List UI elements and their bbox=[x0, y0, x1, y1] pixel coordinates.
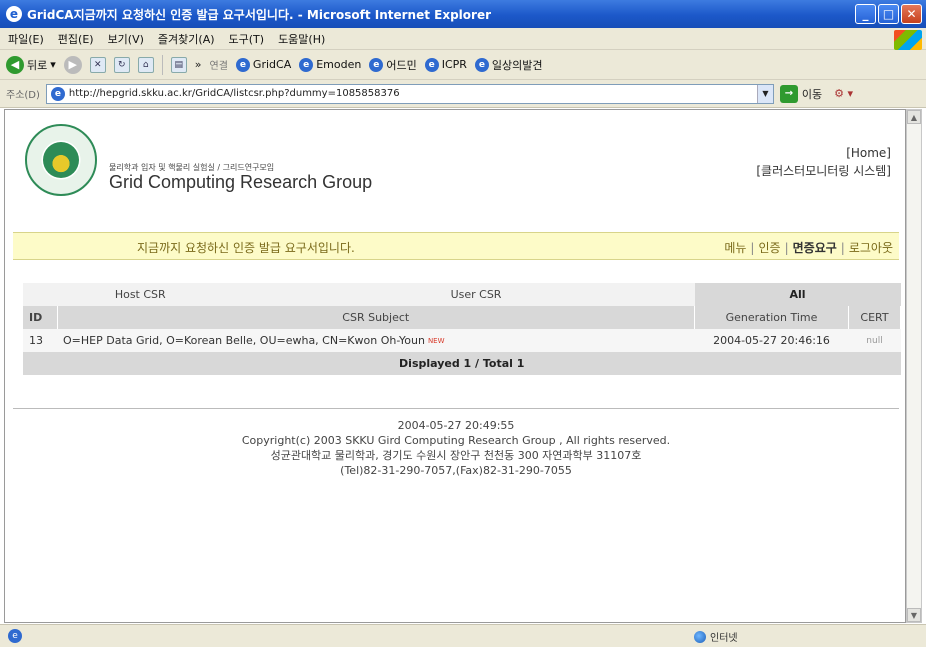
menu-favorites[interactable]: 즐겨찾기(A) bbox=[158, 31, 215, 47]
link-daily[interactable]: e 일상의발견 bbox=[474, 57, 543, 73]
window-controls: _ □ ✕ bbox=[855, 4, 922, 24]
menu-view[interactable]: 보기(V) bbox=[108, 31, 144, 47]
logo-title: Grid Computing Research Group bbox=[109, 172, 373, 192]
ie-page-icon: e bbox=[474, 57, 489, 72]
column-header-time: Generation Time bbox=[694, 306, 849, 329]
address-url: http://hepgrid.skku.ac.kr/GridCA/listcsr… bbox=[68, 88, 400, 99]
divider bbox=[13, 408, 899, 409]
footer-datetime: 2004-05-27 20:49:55 bbox=[397, 419, 515, 432]
link-label: 어드민 bbox=[386, 58, 417, 72]
toolbar-separator bbox=[161, 54, 163, 75]
stop-icon[interactable]: ✕ bbox=[89, 56, 106, 73]
column-header-cert: CERT bbox=[848, 306, 901, 329]
link-emoden[interactable]: e Emoden bbox=[299, 57, 362, 72]
status-bar: e 인터넷 bbox=[0, 624, 926, 647]
chevron-down-icon[interactable]: ▾ bbox=[50, 58, 56, 71]
address-input[interactable]: e http://hepgrid.skku.ac.kr/GridCA/listc… bbox=[45, 83, 774, 104]
table-header: ID CSR Subject Generation Time CERT bbox=[23, 306, 901, 329]
column-header-id: ID bbox=[23, 306, 58, 329]
forward-button[interactable]: ▶ bbox=[63, 55, 82, 74]
home-icon[interactable]: ⌂ bbox=[137, 56, 154, 73]
row-subject-link[interactable]: O=HEP Data Grid, O=Korean Belle, OU=ewha… bbox=[63, 334, 425, 347]
row-id: 13 bbox=[23, 329, 57, 352]
chevron-down-icon[interactable]: ▼ bbox=[756, 84, 773, 103]
scroll-down-icon[interactable]: ▼ bbox=[907, 608, 921, 622]
page-header: 물리학과 입자 및 핵물리 실험실 / 그리드연구모임 Grid Computi… bbox=[13, 116, 899, 228]
new-badge: NEW bbox=[427, 337, 445, 345]
nav-cert-request[interactable]: 면증요구 bbox=[793, 241, 837, 255]
globe-icon bbox=[694, 630, 706, 643]
tab-all[interactable]: All bbox=[694, 283, 901, 306]
link-label: ICPR bbox=[441, 58, 467, 71]
go-label: 이동 bbox=[801, 87, 823, 101]
windows-logo-icon bbox=[894, 30, 922, 50]
print-icon[interactable]: ▤ bbox=[170, 56, 187, 73]
footer-contact: (Tel)82-31-290-7057,(Fax)82-31-290-7055 bbox=[340, 464, 572, 477]
zone-label: 인터넷 bbox=[710, 633, 738, 644]
back-button[interactable]: ◀ 뒤로 ▾ bbox=[6, 55, 56, 74]
address-label: 주소(D) bbox=[6, 90, 40, 101]
ie-page-icon: e bbox=[299, 57, 314, 72]
cluster-monitoring-link[interactable]: [클러스터모니터링 시스템] bbox=[756, 162, 891, 179]
page-viewport: 물리학과 입자 및 핵물리 실험실 / 그리드연구모임 Grid Computi… bbox=[4, 109, 906, 623]
column-header-subject: CSR Subject bbox=[57, 306, 695, 329]
nav-menu[interactable]: 메뉴 bbox=[724, 241, 746, 255]
vertical-scrollbar[interactable]: ▲ ▼ bbox=[906, 109, 922, 623]
back-arrow-icon: ◀ bbox=[6, 55, 24, 74]
security-zone: 인터넷 bbox=[694, 629, 738, 644]
refresh-icon[interactable]: ↻ bbox=[113, 56, 130, 73]
go-arrow-icon: → bbox=[779, 84, 798, 103]
menu-file[interactable]: 파일(E) bbox=[8, 31, 44, 47]
footer-copyright: Copyright(c) 2003 SKKU Gird Computing Re… bbox=[241, 434, 671, 447]
page-status-icon: e bbox=[8, 629, 22, 643]
table-total-row: Displayed 1 / Total 1 bbox=[23, 352, 901, 375]
link-label: 일상의발견 bbox=[491, 58, 543, 72]
menu-bar: 파일(E) 편집(E) 보기(V) 즐겨찾기(A) 도구(T) 도움말(H) bbox=[0, 28, 926, 50]
menu-help[interactable]: 도움말(H) bbox=[278, 31, 325, 47]
home-link[interactable]: [Home] bbox=[846, 146, 891, 160]
menu-edit[interactable]: 편집(E) bbox=[58, 31, 94, 47]
link-label: Emoden bbox=[316, 58, 362, 71]
nav-logout[interactable]: 로그아웃 bbox=[849, 241, 893, 255]
links-label: 연결 bbox=[209, 61, 228, 72]
row-subject-cell: O=HEP Data Grid, O=Korean Belle, OU=ewha… bbox=[57, 329, 695, 352]
close-button[interactable]: ✕ bbox=[901, 4, 922, 24]
maximize-button[interactable]: □ bbox=[878, 4, 899, 24]
total-count: Displayed 1 / Total 1 bbox=[23, 352, 901, 375]
link-label: GridCA bbox=[252, 58, 292, 71]
more-icon[interactable]: » bbox=[195, 58, 202, 71]
link-icpr[interactable]: e ICPR bbox=[424, 57, 467, 72]
ie-page-icon: e bbox=[369, 57, 384, 72]
window-title: GridCA지금까지 요청하신 인증 발급 요구서입니다. - Microsof… bbox=[27, 7, 491, 22]
row-cert: null bbox=[848, 329, 901, 352]
link-admin[interactable]: e 어드민 bbox=[369, 57, 417, 73]
page-banner: 지금까지 요청하신 인증 발급 요구서입니다. 메뉴 | 인증 | 면증요구 | 로그아웃 bbox=[13, 232, 899, 260]
nav-cert[interactable]: 인증 bbox=[758, 241, 780, 255]
table-row: 13 O=HEP Data Grid, O=Korean Belle, OU=e… bbox=[23, 329, 901, 352]
address-bar: 주소(D) e http://hepgrid.skku.ac.kr/GridCA… bbox=[0, 80, 926, 108]
page-footer: 2004-05-27 20:49:55 Copyright(c) 2003 SK… bbox=[13, 418, 899, 478]
ie-page-icon: e bbox=[50, 86, 65, 101]
footer-address: 성균관대학교 물리학과, 경기도 수원시 장안구 천천동 300 자연과학부 3… bbox=[270, 449, 642, 462]
top-nav: 메뉴 | 인증 | 면증요구 | 로그아웃 bbox=[724, 241, 893, 255]
minimize-button[interactable]: _ bbox=[855, 4, 876, 24]
back-label: 뒤로 bbox=[27, 58, 48, 72]
row-time: 2004-05-27 20:46:16 bbox=[694, 329, 849, 352]
go-button[interactable]: → 이동 bbox=[779, 84, 823, 103]
csr-table: Host CSR User CSR All ID CSR Subject Gen… bbox=[23, 283, 901, 375]
scroll-up-icon[interactable]: ▲ bbox=[907, 110, 921, 124]
tab-host-csr[interactable]: Host CSR bbox=[23, 283, 258, 306]
csr-tabs: Host CSR User CSR All bbox=[23, 283, 901, 306]
ie-logo-icon: e bbox=[6, 6, 22, 22]
ie-page-icon: e bbox=[424, 57, 439, 72]
title-bar: e GridCA지금까지 요청하신 인증 발급 요구서입니다. - Micros… bbox=[0, 0, 926, 28]
university-seal-logo bbox=[25, 124, 97, 196]
tab-user-csr[interactable]: User CSR bbox=[257, 283, 695, 306]
ie-page-icon: e bbox=[235, 57, 250, 72]
toolbar: ◀ 뒤로 ▾ ▶ ✕ ↻ ⌂ ▤ » 연결 e GridCA e Emoden … bbox=[0, 50, 926, 80]
links-dropdown-icon[interactable]: ⚙ ▾ bbox=[834, 87, 853, 100]
menu-tools[interactable]: 도구(T) bbox=[229, 31, 265, 47]
banner-title: 지금까지 요청하신 인증 발급 요구서입니다. bbox=[137, 241, 355, 255]
link-gridca[interactable]: e GridCA bbox=[235, 57, 292, 72]
